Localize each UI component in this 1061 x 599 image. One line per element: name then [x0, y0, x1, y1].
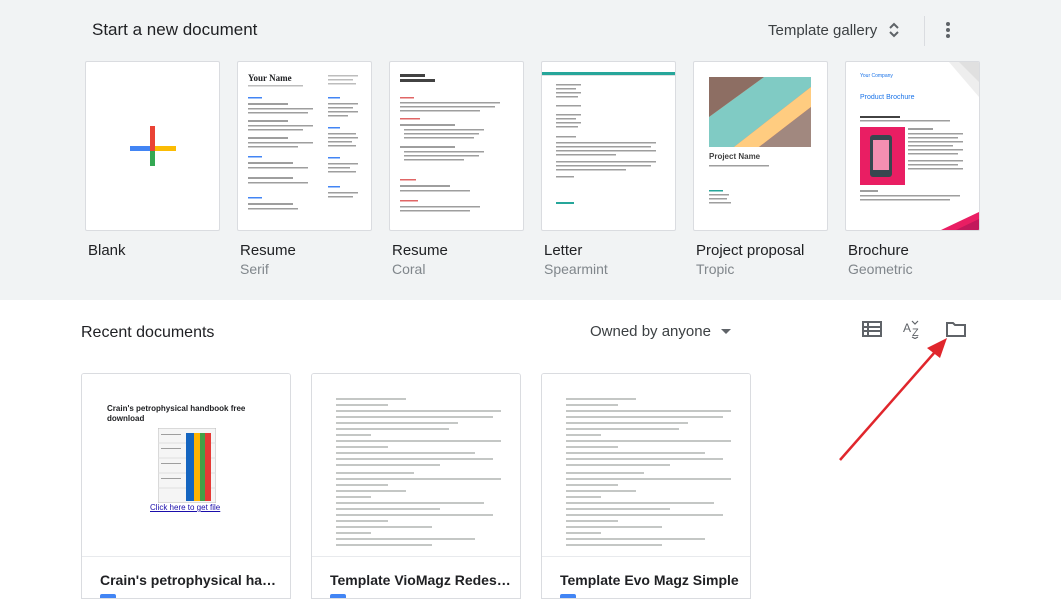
template-name: Project proposal — [696, 242, 805, 259]
owner-filter-label: Owned by anyone — [590, 322, 711, 340]
template-style: Serif — [240, 261, 269, 277]
template-blank[interactable]: Blank — [85, 61, 220, 259]
recent-document-card[interactable]: Crain's petrophysical handbook free down… — [81, 373, 291, 599]
template-thumbnail[interactable] — [85, 61, 220, 231]
thumb-company: Your Company — [860, 73, 893, 79]
recent-document-card[interactable]: Template Evo Magz Simple — [541, 373, 751, 599]
preview-chart-image — [158, 428, 216, 503]
brochure-preview — [860, 62, 979, 230]
template-gallery-label: Template gallery — [768, 21, 878, 39]
more-vert-icon — [946, 22, 950, 38]
letter-spearmint-preview — [542, 72, 675, 204]
thumb-heading: Project Name — [709, 152, 761, 161]
owner-filter-dropdown[interactable]: Owned by anyone — [582, 318, 739, 344]
code-preview — [336, 398, 510, 550]
document-title: Template Evo Magz Simple — [560, 572, 739, 588]
resume-coral-preview — [400, 74, 500, 212]
document-preview[interactable] — [312, 374, 520, 557]
template-section: Start a new document Template gallery Bl… — [0, 0, 1061, 300]
template-brochure-geometric[interactable]: Your Company Product Brochure Brochure G… — [845, 61, 980, 277]
recent-document-card[interactable]: Template VioMagz Redesign — [311, 373, 521, 599]
more-options-button[interactable] — [932, 14, 964, 46]
document-preview[interactable] — [542, 374, 750, 557]
template-letter-spearmint[interactable]: Letter Spearmint — [541, 61, 676, 277]
document-title: Template VioMagz Redesign — [330, 572, 512, 588]
template-name: Brochure — [848, 242, 909, 259]
template-name: Resume — [240, 242, 296, 259]
template-name: Letter — [544, 242, 583, 259]
template-thumbnail[interactable] — [389, 61, 524, 231]
plus-icon — [130, 126, 176, 166]
template-gallery-button[interactable]: Template gallery — [756, 14, 913, 46]
unfold-icon — [889, 22, 899, 38]
template-thumbnail[interactable]: Your Name — [237, 61, 372, 231]
template-name: Blank — [88, 242, 126, 259]
template-style: Tropic — [696, 261, 735, 277]
template-resume-serif[interactable]: Your Name Resume Serif — [237, 61, 372, 277]
preview-heading: Crain's petrophysical handbook free down… — [107, 404, 246, 423]
template-style: Coral — [392, 261, 426, 277]
preview-link: Click here to get file — [150, 503, 221, 512]
caret-down-icon — [720, 328, 731, 334]
template-style: Spearmint — [544, 261, 608, 277]
start-new-document-title: Start a new document — [92, 20, 258, 39]
template-thumbnail[interactable]: Project Name — [693, 61, 828, 231]
document-preview[interactable]: Crain's petrophysical handbook free down… — [82, 374, 290, 557]
template-thumbnail[interactable] — [541, 61, 676, 231]
code-preview — [566, 398, 740, 550]
project-proposal-preview — [709, 77, 811, 204]
template-style: Geometric — [848, 261, 913, 277]
template-project-proposal-tropic[interactable]: Project Name Project proposal Tropic — [693, 61, 828, 277]
header-divider — [924, 16, 925, 46]
template-resume-coral[interactable]: Resume Coral — [389, 61, 524, 277]
recent-documents-title: Recent documents — [81, 324, 215, 341]
document-title: Crain's petrophysical handbook free down… — [100, 572, 282, 588]
template-name: Resume — [392, 242, 448, 259]
thumb-heading: Product Brochure — [860, 94, 915, 101]
resume-serif-preview — [248, 75, 358, 210]
annotation-arrow — [839, 338, 947, 461]
template-thumbnail[interactable]: Your Company Product Brochure — [845, 61, 980, 231]
